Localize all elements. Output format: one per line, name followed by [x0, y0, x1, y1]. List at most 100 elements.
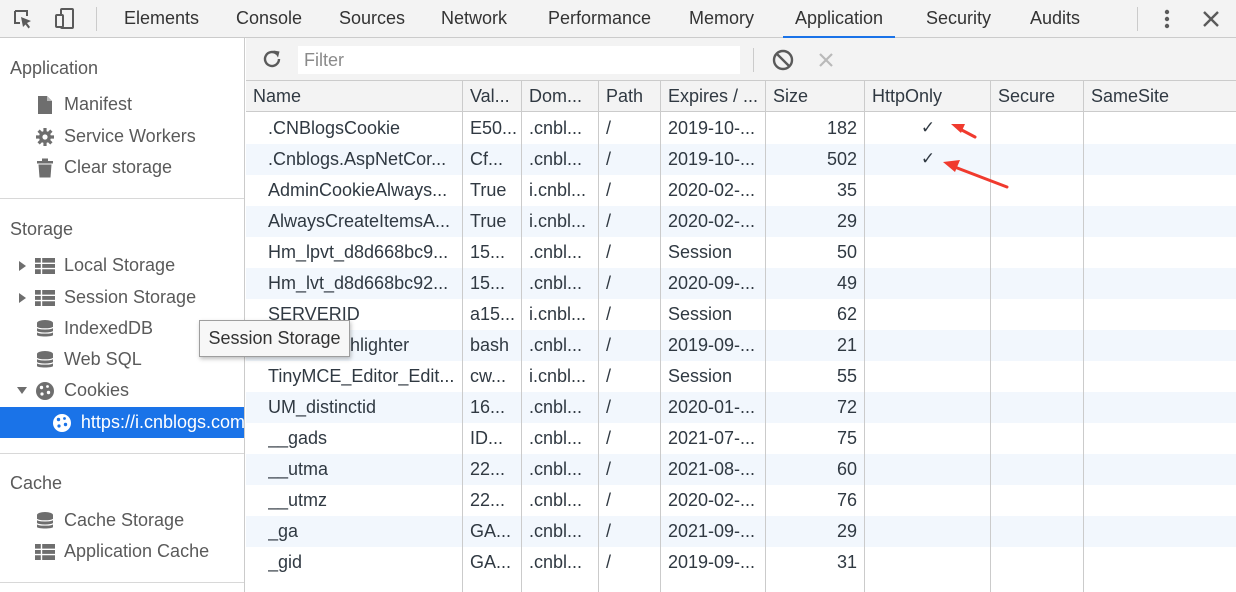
table-row[interactable]: .Cnblogs.AspNetCor... Cf... .cnbl... / 2019-… [246, 144, 1236, 175]
tab-memory[interactable]: Memory [689, 0, 754, 38]
table-row[interactable]: .CNBlogsCookie E50... .cnbl... / 2019-10-...… [246, 113, 1236, 144]
section-title-storage: Storage [10, 219, 74, 239]
table-row[interactable]: Hm_lpvt_d8d668bc9... 15... .cnbl... / Sessio… [246, 237, 1236, 268]
table-row[interactable]: __utma 22... .cnbl... / 2021-08-... 60 [246, 454, 1236, 485]
column-divider[interactable] [462, 81, 463, 592]
tab-elements[interactable]: Elements [124, 0, 199, 38]
sidebar-item-local-storage[interactable]: Local Storage [0, 250, 244, 281]
table-row[interactable]: _gid GA... .cnbl... / 2019-09-... 31 [246, 547, 1236, 578]
device-toolbar-icon[interactable] [52, 6, 78, 32]
cell-path: / [606, 490, 612, 510]
column-divider[interactable] [660, 81, 661, 592]
cell-value: 22... [470, 459, 506, 479]
column-header-expires[interactable]: Expires / ... [661, 81, 766, 112]
column-divider[interactable] [1083, 81, 1084, 592]
clear-all-icon[interactable] [770, 47, 796, 73]
cell-samesite [1091, 454, 1233, 485]
sidebar-item-clear-storage[interactable]: Clear storage [0, 152, 244, 183]
sidebar-item-cookies[interactable]: Cookies [0, 375, 244, 406]
cell-httponly [865, 547, 991, 578]
table-row[interactable]: _ga GA... .cnbl... / 2021-09-... 29 [246, 516, 1236, 547]
close-icon[interactable] [1198, 6, 1224, 32]
cell-domain: .cnbl... [529, 552, 583, 572]
cell-samesite [1091, 516, 1233, 547]
cell-samesite [1091, 330, 1233, 361]
table-row[interactable]: AdminCookieAlways... True i.cnbl... / 2020-0… [246, 175, 1236, 206]
table-row[interactable]: TinyMCE_Editor_Edit... cw... i.cnbl... / Ses… [246, 361, 1236, 392]
cell-domain: .cnbl... [529, 242, 583, 262]
table-row[interactable]: Hm_lvt_d8d668bc92... 15... .cnbl... / 2020-0… [246, 268, 1236, 299]
cell-samesite [1091, 237, 1233, 268]
cell-samesite [1091, 268, 1233, 299]
sidebar-item-cookie-origin[interactable]: https://i.cnblogs.com [0, 407, 244, 438]
table-row[interactable]: SyntaxHighlighterbash.cnbl.../2019-09-..… [246, 330, 1236, 361]
delete-selected-icon[interactable] [813, 47, 839, 73]
cell-secure [998, 547, 1081, 578]
table-row[interactable]: UM_distinctid 16... .cnbl... / 2020-01-... 72 [246, 392, 1236, 423]
sidebar-item-service-workers[interactable]: Service Workers [0, 121, 244, 152]
cell-secure [998, 237, 1081, 268]
cell-expires: 2020-02-... [668, 211, 756, 231]
column-divider[interactable] [598, 81, 599, 592]
filter-input[interactable] [298, 46, 740, 74]
cell-secure [998, 330, 1081, 361]
cell-samesite [1091, 361, 1233, 392]
cell-domain: .cnbl... [529, 273, 583, 293]
sidebar-item-session-storage[interactable]: Session Storage [0, 282, 244, 313]
inspect-icon[interactable] [10, 6, 36, 32]
cell-size: 29 [836, 211, 857, 231]
column-divider[interactable] [765, 81, 766, 592]
table-row[interactable]: __gads ID... .cnbl... / 2021-07-... 75 [246, 423, 1236, 454]
tab-security[interactable]: Security [926, 0, 991, 38]
cell-size: 62 [836, 304, 857, 324]
collapse-arrow-icon[interactable] [17, 387, 27, 394]
column-divider[interactable] [990, 81, 991, 592]
cell-name: __utmz [268, 490, 328, 510]
cell-size: 35 [836, 180, 857, 200]
sidebar-item-label: Web SQL [64, 349, 142, 369]
expand-arrow-icon[interactable] [19, 260, 26, 271]
cell-expires: Session [668, 242, 733, 262]
column-header-samesite[interactable]: SameSite [1084, 81, 1236, 112]
cell-domain: .cnbl... [529, 428, 583, 448]
table-row[interactable]: __utmz 22... .cnbl... / 2020-02-... 76 [246, 485, 1236, 516]
column-header-value[interactable]: Val... [463, 81, 522, 112]
tab-performance[interactable]: Performance [548, 0, 651, 38]
application-sidebar: Application Manifest Service Workers Cle… [0, 38, 245, 592]
expand-arrow-icon[interactable] [19, 292, 26, 303]
cell-name: _ga [268, 521, 299, 541]
cell-size: 60 [836, 459, 857, 479]
column-header-domain[interactable]: Dom... [522, 81, 599, 112]
cell-httponly [865, 330, 991, 361]
column-header-path[interactable]: Path [599, 81, 661, 112]
column-header-name[interactable]: Name [246, 81, 463, 112]
cell-secure [998, 392, 1081, 423]
cell-size: 49 [836, 273, 857, 293]
tab-audits[interactable]: Audits [1030, 0, 1080, 38]
sidebar-item-label: Manifest [64, 94, 133, 114]
column-header-httponly[interactable]: HttpOnly [865, 81, 991, 112]
table-row[interactable]: AlwaysCreateItemsA... True i.cnbl... / 2020-… [246, 206, 1236, 237]
tab-console[interactable]: Console [236, 0, 302, 38]
cell-name: Hm_lvt_d8d668bc92... [268, 273, 449, 293]
cell-path: / [606, 149, 612, 169]
cell-path: / [606, 304, 612, 324]
sidebar-item-application-cache[interactable]: Application Cache [0, 536, 244, 567]
cell-expires: 2021-09-... [668, 521, 756, 541]
table-row[interactable]: SERVERID a15... i.cnbl... / Session 62 [246, 299, 1236, 330]
tab-sources[interactable]: Sources [339, 0, 405, 38]
cell-name: TinyMCE_Editor_Edit... [268, 366, 455, 386]
cell-expires: Session [668, 366, 733, 386]
sidebar-item-manifest[interactable]: Manifest [0, 89, 244, 120]
tab-network[interactable]: Network [441, 0, 507, 38]
refresh-icon[interactable] [259, 46, 285, 72]
cell-path: / [606, 273, 612, 293]
more-menu-icon[interactable] [1154, 6, 1180, 32]
sidebar-item-cache-storage[interactable]: Cache Storage [0, 505, 244, 536]
tab-application[interactable]: Application [783, 0, 896, 38]
column-header-size[interactable]: Size [766, 81, 865, 112]
column-divider[interactable] [521, 81, 522, 592]
sidebar-item-label: Local Storage [64, 255, 176, 275]
column-divider[interactable] [864, 81, 865, 592]
column-header-secure[interactable]: Secure [991, 81, 1084, 112]
